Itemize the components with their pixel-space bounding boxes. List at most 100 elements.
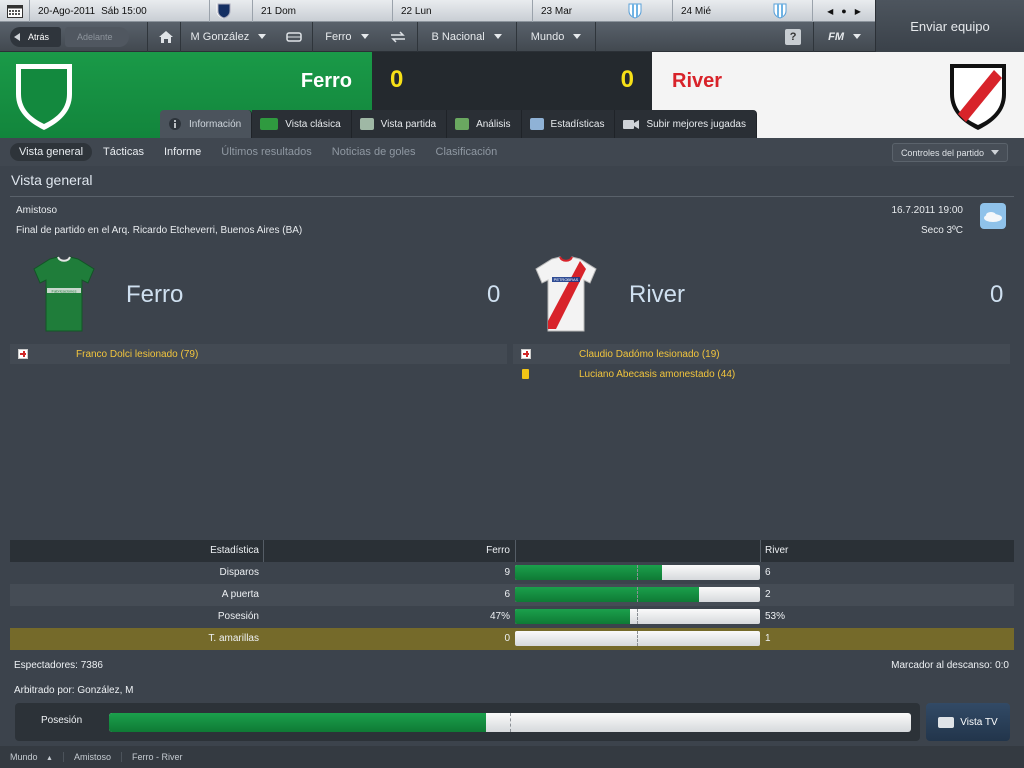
away-team-label[interactable]: River	[629, 281, 685, 309]
tab-label: Vista partida	[380, 118, 437, 130]
subnav-tacticas[interactable]: Tácticas	[94, 143, 153, 161]
divider	[10, 196, 1014, 197]
stats-header-away: River	[765, 545, 789, 556]
stat-bar	[515, 631, 760, 646]
inbox-button[interactable]	[276, 21, 314, 52]
tab-estadisticas[interactable]: Estadísticas	[521, 110, 616, 138]
calendar-icon[interactable]	[0, 0, 30, 22]
cal-day-4[interactable]: 24 Mié	[673, 0, 813, 22]
event-text[interactable]: Franco Dolci lesionado (79)	[76, 349, 198, 360]
breadcrumb: Mundo ▲ Amistoso Ferro - River	[0, 746, 1024, 768]
world-dropdown[interactable]: Mundo	[517, 21, 597, 52]
prev-arrow-icon[interactable]: ◀	[827, 7, 833, 16]
tv-view-button[interactable]: Vista TV	[926, 703, 1010, 741]
cal-day-2[interactable]: 22 Lun	[393, 0, 533, 22]
stat-row-amarillas[interactable]: T. amarillas 0 1	[10, 628, 1014, 650]
halftime-score-text: Marcador al descanso: 0:0	[891, 660, 1009, 671]
away-kit-sponsor: PETROBRAS	[554, 277, 579, 282]
stat-label: A puerta	[221, 589, 259, 600]
injury-icon	[18, 349, 28, 359]
help-button[interactable]: ?	[773, 21, 815, 52]
cal-day-3[interactable]: 23 Mar	[533, 0, 673, 22]
stat-row-disparos: Disparos 9 6	[10, 562, 1014, 584]
subnav-noticias-goles[interactable]: Noticias de goles	[323, 143, 425, 161]
tab-analisis[interactable]: Análisis	[447, 110, 522, 138]
cal-spacer	[210, 0, 253, 22]
world-label: Mundo	[530, 30, 565, 43]
possession-label: Posesión	[41, 715, 83, 726]
stat-row-posesion: Posesión 47% 53%	[10, 606, 1014, 628]
tab-vista-partida[interactable]: Vista partida	[351, 110, 448, 138]
next-arrow-icon[interactable]: ▶	[855, 7, 861, 16]
away-crest-icon[interactable]	[946, 60, 1010, 132]
tab-label: Subir mejores jugadas	[646, 118, 746, 130]
nav-bar: Atrás Adelante M González Ferro B Nacion…	[0, 21, 875, 52]
manager-dropdown[interactable]: M González	[181, 22, 277, 52]
cal-day-1[interactable]: 21 Dom	[253, 0, 393, 22]
away-kit-icon: PETROBRAS	[535, 256, 597, 332]
fixture-crest-icon	[217, 3, 231, 19]
subnav-vista-general[interactable]: Vista general	[10, 143, 93, 161]
tab-label: Estadísticas	[550, 118, 605, 130]
match-controls-label: Controles del partido	[900, 147, 984, 158]
subnav-informe[interactable]: Informe	[155, 143, 210, 161]
swap-button[interactable]	[379, 21, 418, 52]
event-text[interactable]: Claudio Dadómo lesionado (19)	[579, 349, 720, 360]
fixture-crest-icon	[773, 3, 787, 19]
stat-bar	[515, 565, 760, 580]
tab-informacion[interactable]: Información	[160, 110, 253, 138]
stats-icon	[529, 118, 544, 130]
breadcrumb-item[interactable]: Ferro - River	[122, 752, 193, 762]
referee-text[interactable]: Arbitrado por: González, M	[14, 685, 134, 696]
subnav-ultimos-resultados[interactable]: Últimos resultados	[212, 143, 320, 161]
breadcrumb-item[interactable]: Amistoso	[64, 752, 122, 762]
stat-row-a-puerta: A puerta 6 2	[10, 584, 1014, 606]
stat-bar	[515, 587, 760, 602]
home-event-row: Franco Dolci lesionado (79)	[10, 344, 507, 364]
fm-menu[interactable]: FM	[814, 22, 875, 52]
competition-text[interactable]: Amistoso	[16, 205, 57, 216]
home-crest-icon[interactable]	[12, 60, 76, 132]
send-team-button[interactable]: Enviar equipo	[875, 0, 1024, 52]
weather-text: Seco 3ºC	[920, 225, 963, 236]
home-score: 0	[390, 66, 404, 93]
breadcrumb-label: Mundo	[10, 752, 38, 762]
tv-view-label: Vista TV	[960, 716, 998, 728]
away-team-score: 0	[990, 281, 1004, 308]
stat-away-value: 2	[765, 589, 771, 600]
back-button[interactable]: Atrás	[10, 26, 62, 47]
day-label: 24 Mié	[681, 5, 712, 17]
event-text[interactable]: Luciano Abecasis amonestado (44)	[579, 369, 735, 380]
stats-header-row: Estadística Ferro River	[10, 540, 1014, 562]
tab-vista-clasica[interactable]: Vista clásica	[252, 110, 352, 138]
tab-subir-jugadas[interactable]: Subir mejores jugadas	[615, 110, 757, 138]
tv-icon	[938, 716, 955, 728]
date-text: 20-Ago-2011	[38, 5, 96, 17]
fm-label: FM	[828, 30, 844, 43]
match-controls-dropdown[interactable]: Controles del partido	[891, 143, 1008, 162]
tab-label: Análisis	[476, 118, 511, 130]
stat-bar-fill	[515, 565, 662, 580]
home-button[interactable]	[148, 21, 181, 52]
club-dropdown[interactable]: Ferro	[313, 22, 378, 52]
breadcrumb-item[interactable]: Mundo ▲	[0, 752, 64, 762]
stat-home-value: 9	[504, 567, 510, 578]
current-date[interactable]: 20-Ago-2011 Sáb 15:00	[30, 0, 230, 22]
home-team-label[interactable]: Ferro	[126, 281, 183, 309]
chevron-down-icon	[991, 150, 999, 155]
forward-button[interactable]: Adelante	[65, 26, 129, 47]
venue-text: Final de partido en el Arq. Ricardo Etch…	[16, 225, 303, 236]
stat-away-value: 1	[765, 633, 771, 644]
home-kit-icon: Fabricaciones	[33, 256, 95, 332]
league-dropdown[interactable]: B Nacional	[418, 21, 517, 52]
possession-panel: Posesión	[15, 703, 920, 741]
stat-bar-fill	[515, 609, 631, 624]
page-title: Vista general	[11, 172, 93, 188]
subnav-clasificacion[interactable]: Clasificación	[427, 143, 507, 161]
stat-away-value: 53%	[765, 611, 786, 622]
dot-icon: ●	[841, 6, 847, 16]
calendar-scroller[interactable]: ◀ ● ▶	[813, 0, 875, 22]
stat-home-value: 0	[504, 633, 510, 644]
pitch-icon	[260, 118, 279, 130]
tab-label: Información	[189, 118, 242, 130]
